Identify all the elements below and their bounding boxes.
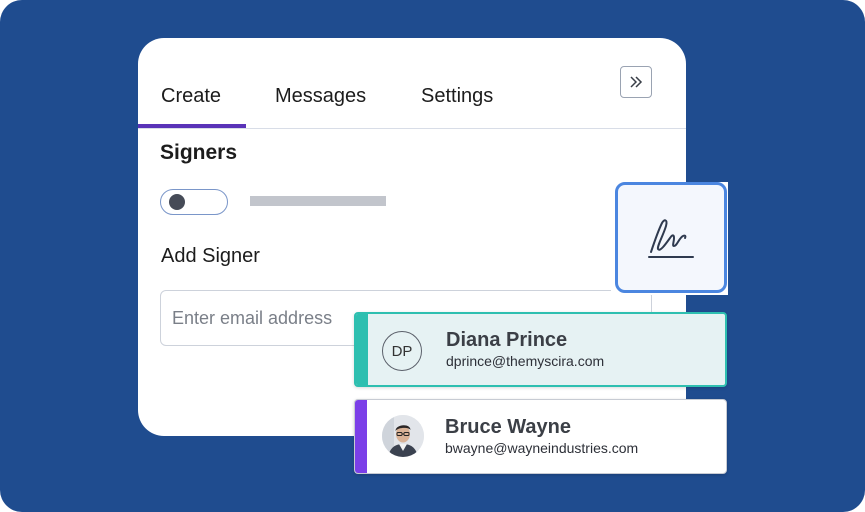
signer-card-diana[interactable]: DP Diana Prince dprince@themyscira.com <box>354 312 727 387</box>
tab-messages[interactable]: Messages <box>275 84 366 108</box>
signer-email: bwayne@wayneindustries.com <box>445 440 639 456</box>
signature-icon <box>648 218 694 258</box>
tab-create[interactable]: Create <box>161 84 221 108</box>
toggle-knob <box>169 194 185 210</box>
signature-card-backdrop <box>611 182 728 295</box>
tab-bar: Create Messages Settings <box>138 38 686 129</box>
person-photo-icon <box>382 415 424 457</box>
signer-name: Diana Prince <box>446 329 568 351</box>
signer-name: Bruce Wayne <box>445 416 571 438</box>
toggle-label-placeholder <box>250 196 386 206</box>
avatar: DP <box>382 331 422 371</box>
signer-accent-bar <box>355 400 367 473</box>
illustration-background: Create Messages Settings Signers Add Sig… <box>0 0 865 512</box>
signer-email: dprince@themyscira.com <box>446 353 605 369</box>
tab-settings[interactable]: Settings <box>421 84 493 108</box>
signers-heading: Signers <box>160 141 238 164</box>
signer-card-bruce[interactable]: Bruce Wayne bwayne@wayneindustries.com <box>354 399 727 474</box>
active-tab-indicator <box>138 124 246 128</box>
avatar <box>382 415 424 457</box>
signer-accent-bar <box>356 314 368 385</box>
add-signer-label: Add Signer <box>161 245 260 267</box>
expand-button[interactable] <box>620 66 652 98</box>
signers-toggle[interactable] <box>160 189 228 215</box>
signature-card[interactable] <box>615 182 727 293</box>
double-chevron-right-icon <box>630 76 643 88</box>
